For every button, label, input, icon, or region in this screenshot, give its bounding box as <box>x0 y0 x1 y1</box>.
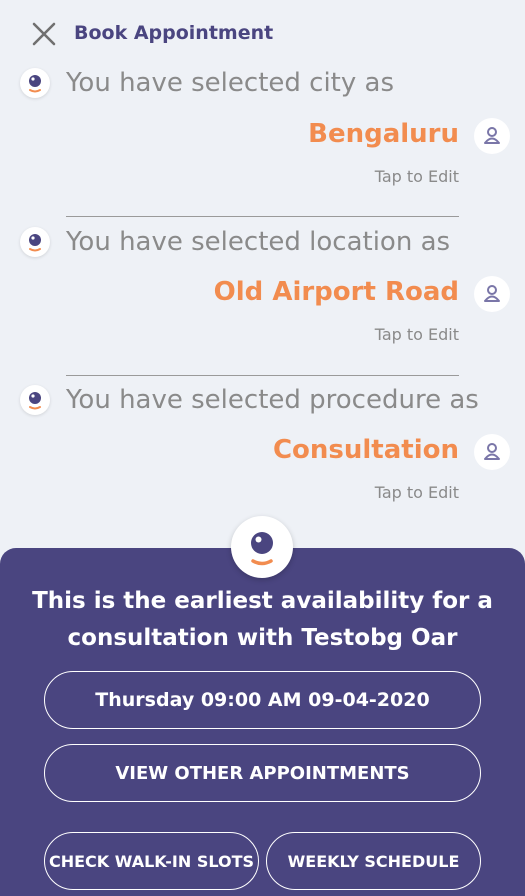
page-title: Book Appointment <box>74 22 274 44</box>
tap-to-edit-link[interactable]: Tap to Edit <box>375 325 459 344</box>
view-other-appointments-button[interactable]: VIEW OTHER APPOINTMENTS <box>44 744 481 802</box>
tap-to-edit-link[interactable]: Tap to Edit <box>375 483 459 502</box>
tap-to-edit-link[interactable]: Tap to Edit <box>375 167 459 186</box>
user-avatar-icon <box>474 434 510 470</box>
selected-city: Bengaluru <box>308 119 459 149</box>
check-walk-in-slots-button[interactable]: CHECK WALK-IN SLOTS <box>44 832 259 890</box>
bot-message: You have selected location as <box>66 227 451 257</box>
app-header: Book Appointment <box>0 0 525 66</box>
bot-avatar-icon <box>20 385 50 415</box>
availability-message-line: This is the earliest availability for a <box>32 588 493 614</box>
bot-message: You have selected procedure as <box>66 385 479 415</box>
divider <box>66 375 459 376</box>
close-icon[interactable] <box>30 20 58 48</box>
availability-message: This is the earliest availability for a … <box>0 583 525 657</box>
user-avatar-icon <box>474 118 510 154</box>
bot-avatar-icon <box>20 227 50 257</box>
bot-message: You have selected city as <box>66 68 394 98</box>
weekly-schedule-button[interactable]: WEEKLY SCHEDULE <box>266 832 481 890</box>
selected-location: Old Airport Road <box>213 277 459 307</box>
selected-procedure: Consultation <box>272 435 459 465</box>
user-avatar-icon <box>474 276 510 312</box>
availability-message-line: consultation with Testobg Oar <box>67 625 458 651</box>
bot-avatar-icon <box>231 516 293 578</box>
divider <box>66 216 459 217</box>
bot-avatar-icon <box>20 68 50 98</box>
earliest-slot-button[interactable]: Thursday 09:00 AM 09-04-2020 <box>44 671 481 729</box>
